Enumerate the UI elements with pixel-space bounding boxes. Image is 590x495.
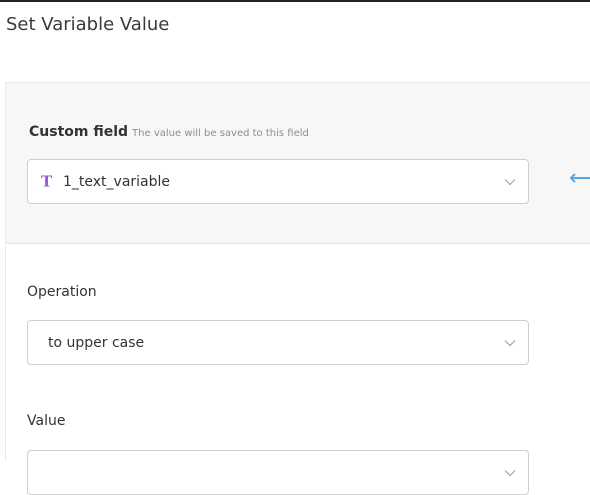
operation-selected-value: to upper case <box>48 334 145 351</box>
operation-label: Operation <box>27 284 97 300</box>
top-border <box>0 0 590 2</box>
custom-field-hint: The value will be saved to this field <box>132 128 309 139</box>
value-label: Value <box>27 413 66 429</box>
chevron-down-icon <box>504 469 516 476</box>
value-select[interactable] <box>27 450 529 495</box>
custom-field-select[interactable]: T 1_text_variable <box>27 159 529 204</box>
text-type-icon: T <box>41 172 53 190</box>
chevron-down-icon <box>504 178 516 185</box>
custom-field-selected-value: 1_text_variable <box>63 173 171 190</box>
arrow-left-icon <box>569 173 590 183</box>
custom-field-label: Custom field <box>29 124 129 140</box>
custom-field-panel: Custom field The value will be saved to t… <box>5 82 590 244</box>
chevron-down-icon <box>504 339 516 346</box>
operation-panel: Operation to upper case Value <box>5 245 590 495</box>
operation-select[interactable]: to upper case <box>27 320 529 365</box>
page-title: Set Variable Value <box>6 14 170 35</box>
custom-field-label-row: Custom field The value will be saved to t… <box>29 121 309 140</box>
